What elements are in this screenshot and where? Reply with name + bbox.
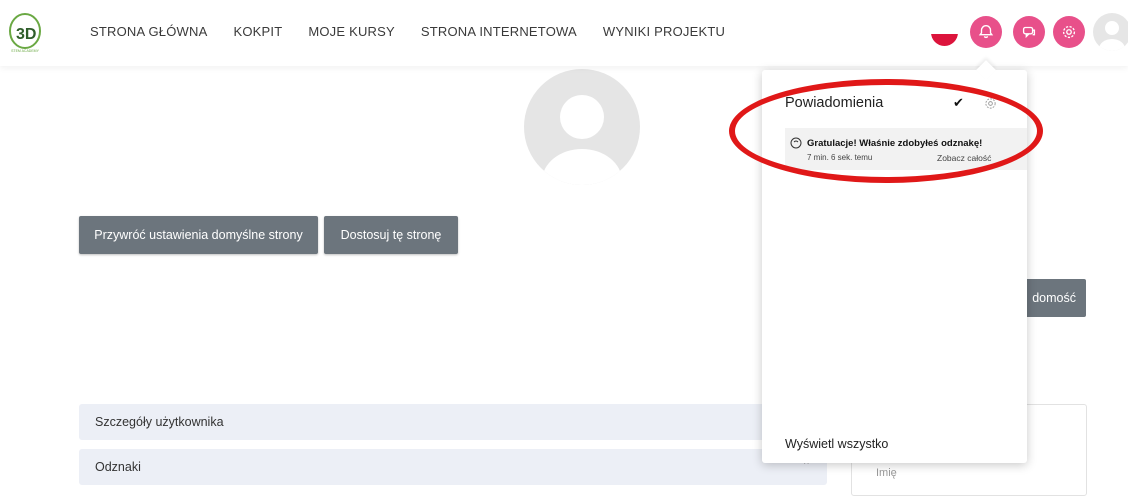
view-all-link[interactable]: Wyświetl wszystko xyxy=(785,437,888,451)
notification-item[interactable]: Gratulacje! Właśnie zdobyłeś odznakę! 7 … xyxy=(785,128,1027,170)
nav-link-my-courses[interactable]: MOJE KURSY xyxy=(308,24,395,39)
badge-icon xyxy=(790,137,802,149)
svg-text:3D: 3D xyxy=(16,26,36,43)
user-details-label: Szczegóły użytkownika xyxy=(95,415,224,429)
settings-button[interactable] xyxy=(1053,16,1085,48)
reset-page-button[interactable]: Przywróć ustawienia domyślne strony xyxy=(79,216,318,254)
language-flag-icon[interactable] xyxy=(931,26,958,46)
chat-icon xyxy=(1022,26,1036,39)
bell-icon xyxy=(978,25,994,39)
profile-picture xyxy=(524,69,640,185)
main-nav: STRONA GŁÓWNA KOKPIT MOJE KURSY STRONA I… xyxy=(90,24,751,39)
nav-link-project-results[interactable]: WYNIKI PROJEKTU xyxy=(603,24,725,39)
top-navbar: 3D STEM ACADEMY STRONA GŁÓWNA KOKPIT MOJ… xyxy=(0,0,1128,66)
notifications-popover: Powiadomienia ✔ Gratulacje! Właśnie zdob… xyxy=(762,60,1027,463)
user-avatar[interactable] xyxy=(1093,13,1128,51)
customize-page-button[interactable]: Dostosuj tę stronę xyxy=(324,216,458,254)
gear-icon xyxy=(1062,25,1076,39)
mark-all-read-icon[interactable]: ✔ xyxy=(953,95,964,111)
nav-link-website[interactable]: STRONA INTERNETOWA xyxy=(421,24,577,39)
notification-text: Gratulacje! Właśnie zdobyłeś odznakę! xyxy=(807,138,983,149)
notification-time: 7 min. 6 sek. temu xyxy=(807,153,873,162)
nav-link-home[interactable]: STRONA GŁÓWNA xyxy=(90,24,207,39)
notification-settings-icon[interactable] xyxy=(984,97,997,110)
popover-title: Powiadomienia xyxy=(785,95,884,111)
badges-section[interactable]: Odznaki ⌃ xyxy=(79,449,827,485)
first-name-label: Imię xyxy=(876,467,897,479)
messages-button[interactable] xyxy=(1013,16,1045,48)
user-details-section[interactable]: Szczegóły użytkownika xyxy=(79,404,827,440)
site-logo[interactable]: 3D STEM ACADEMY xyxy=(6,12,44,54)
notification-view-link[interactable]: Zobacz całość xyxy=(937,153,991,163)
logo-caption: STEM ACADEMY xyxy=(11,49,39,53)
badges-label: Odznaki xyxy=(95,460,141,474)
nav-link-dashboard[interactable]: KOKPIT xyxy=(233,24,282,39)
notifications-button[interactable] xyxy=(970,16,1002,48)
